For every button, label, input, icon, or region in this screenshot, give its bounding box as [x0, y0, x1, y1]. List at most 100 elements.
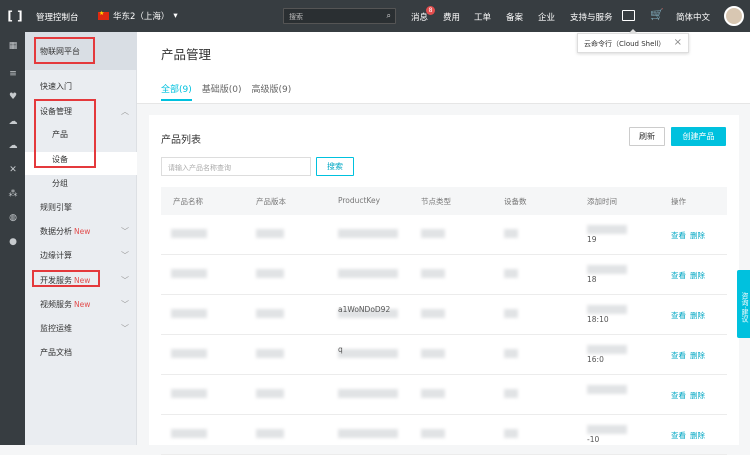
- row-actions: 查看 删除: [671, 350, 709, 361]
- panel-title: 产品列表: [161, 135, 201, 146]
- tab-all[interactable]: 全部(9): [161, 82, 192, 101]
- close-icon[interactable]: ×: [674, 37, 682, 48]
- region-label: 华东2（上海）: [113, 12, 170, 22]
- delete-link[interactable]: 删除: [690, 231, 705, 240]
- table-row: a1WoNDoD92 18:10 查看 删除: [161, 295, 727, 335]
- chevron-down-icon[interactable]: ﹀: [121, 250, 129, 261]
- redacted-cell: [171, 229, 207, 238]
- circle-icon[interactable]: ●: [7, 236, 19, 248]
- tab-pro[interactable]: 高级版(9): [252, 82, 292, 101]
- grid-icon[interactable]: ▦: [7, 40, 19, 52]
- redacted-cell: [171, 389, 207, 398]
- nav-billing[interactable]: 费用: [443, 11, 460, 23]
- cloud-shell-tooltip: 云命令行（Cloud Shell） ×: [577, 29, 689, 53]
- redacted-cell: [171, 309, 207, 318]
- sidebar-item-monitoring[interactable]: 监控运维: [40, 323, 72, 334]
- redacted-cell: [504, 389, 518, 398]
- row-actions: 查看 删除: [671, 230, 709, 241]
- chevron-down-icon[interactable]: ﹀: [121, 299, 129, 310]
- highlight-box-platform: [34, 37, 95, 64]
- delete-link[interactable]: 删除: [690, 311, 705, 320]
- redacted-cell: [256, 389, 284, 398]
- sidebar-item-label: 数据分析: [40, 227, 72, 236]
- view-link[interactable]: 查看: [671, 271, 686, 280]
- sidebar-item-edge-computing[interactable]: 边缘计算: [40, 250, 72, 261]
- redacted-cell: [338, 429, 398, 438]
- chevron-down-icon[interactable]: ﹀: [121, 226, 129, 237]
- tab-basic[interactable]: 基础版(0): [202, 82, 242, 101]
- view-link[interactable]: 查看: [671, 311, 686, 320]
- search-button[interactable]: 搜索: [316, 157, 354, 176]
- cluster-icon[interactable]: ⁂: [7, 188, 19, 200]
- row-actions: 查看 删除: [671, 270, 709, 281]
- delete-link[interactable]: 删除: [690, 431, 705, 440]
- avatar[interactable]: [724, 6, 744, 26]
- nav-support[interactable]: 支持与服务: [570, 11, 613, 23]
- sidebar-item-quickstart[interactable]: 快速入门: [40, 81, 72, 92]
- heart-icon[interactable]: ♥: [7, 91, 19, 103]
- new-badge: New: [74, 227, 91, 236]
- redacted-cell: [504, 429, 518, 438]
- region-selector[interactable]: 华东2（上海） ▾: [98, 10, 178, 22]
- sidebar-item-video-services[interactable]: 视频服务 New: [40, 299, 90, 310]
- redacted-cell: [256, 309, 284, 318]
- delete-link[interactable]: 删除: [690, 351, 705, 360]
- redacted-cell: [421, 309, 445, 318]
- globe-icon[interactable]: ◍: [7, 212, 19, 224]
- menu-icon[interactable]: ≡: [7, 68, 19, 80]
- console-link[interactable]: 管理控制台: [36, 11, 79, 23]
- view-link[interactable]: 查看: [671, 431, 686, 440]
- col-productkey: ProductKey: [338, 196, 381, 205]
- search-icon[interactable]: ⌕: [387, 11, 391, 21]
- sidebar-item-data-analysis[interactable]: 数据分析 New: [40, 226, 90, 237]
- nav-enterprise[interactable]: 企业: [538, 11, 555, 23]
- top-bar: [ ] 管理控制台 华东2（上海） ▾ 搜索 ⌕ 消息 8 费用 工单 备案 企…: [0, 0, 750, 32]
- chevron-down-icon[interactable]: ﹀: [121, 275, 129, 286]
- view-link[interactable]: 查看: [671, 231, 686, 240]
- redacted-cell: [256, 349, 284, 358]
- redacted-cell: [504, 229, 518, 238]
- nav-icp[interactable]: 备案: [506, 11, 523, 23]
- feedback-tab[interactable]: 咨询·建议: [737, 270, 750, 338]
- cross-icon[interactable]: ✕: [7, 164, 19, 176]
- nav-tickets[interactable]: 工单: [474, 11, 491, 23]
- redacted-cell: [504, 349, 518, 358]
- delete-link[interactable]: 删除: [690, 391, 705, 400]
- cart-icon[interactable]: 🛒: [650, 8, 664, 21]
- redacted-cell: [587, 225, 627, 234]
- view-link[interactable]: 查看: [671, 351, 686, 360]
- refresh-button[interactable]: 刷新: [629, 127, 665, 146]
- cloud-icon[interactable]: ☁: [7, 116, 19, 128]
- delete-link[interactable]: 删除: [690, 271, 705, 280]
- language-switch[interactable]: 简体中文: [676, 11, 710, 23]
- cloud-shell-icon[interactable]: [622, 10, 635, 21]
- row-actions: 查看 删除: [671, 310, 709, 321]
- col-created-time: 添加时间: [587, 197, 617, 206]
- redacted-cell: [421, 349, 445, 358]
- create-product-button[interactable]: 创建产品: [671, 127, 726, 146]
- sidebar-item-rules-engine[interactable]: 规则引擎: [40, 202, 72, 213]
- product-search-input[interactable]: 请输入产品名称查询: [161, 157, 311, 176]
- redacted-cell: [421, 269, 445, 278]
- table-row: 19 查看 删除: [161, 215, 727, 255]
- cloud-upload-icon[interactable]: ☁: [7, 140, 19, 152]
- product-list-panel: 产品列表 刷新 创建产品 请输入产品名称查询 搜索 产品名称 产品版本 Prod…: [149, 115, 739, 455]
- redacted-cell: [338, 229, 398, 238]
- sidebar-item-docs[interactable]: 产品文档: [40, 347, 72, 358]
- chevron-up-icon[interactable]: ︿: [121, 106, 129, 117]
- created-time-text: 19: [587, 235, 597, 244]
- redacted-cell: [171, 429, 207, 438]
- redacted-cell: [587, 425, 627, 434]
- redacted-cell: [171, 349, 207, 358]
- nav-messages[interactable]: 消息: [411, 11, 428, 23]
- col-version: 产品版本: [256, 197, 286, 206]
- product-tabs: 全部(9) 基础版(0) 高级版(9): [161, 82, 301, 101]
- aliyun-logo-icon[interactable]: [ ]: [4, 0, 26, 32]
- chevron-down-icon[interactable]: ﹀: [121, 323, 129, 334]
- china-flag-icon: [98, 10, 109, 20]
- sidebar-item-groups[interactable]: 分组: [52, 178, 68, 189]
- created-time-text: -10: [587, 435, 600, 444]
- top-search-input[interactable]: 搜索 ⌕: [283, 8, 396, 24]
- table-row: -10 查看 删除: [161, 415, 727, 455]
- view-link[interactable]: 查看: [671, 391, 686, 400]
